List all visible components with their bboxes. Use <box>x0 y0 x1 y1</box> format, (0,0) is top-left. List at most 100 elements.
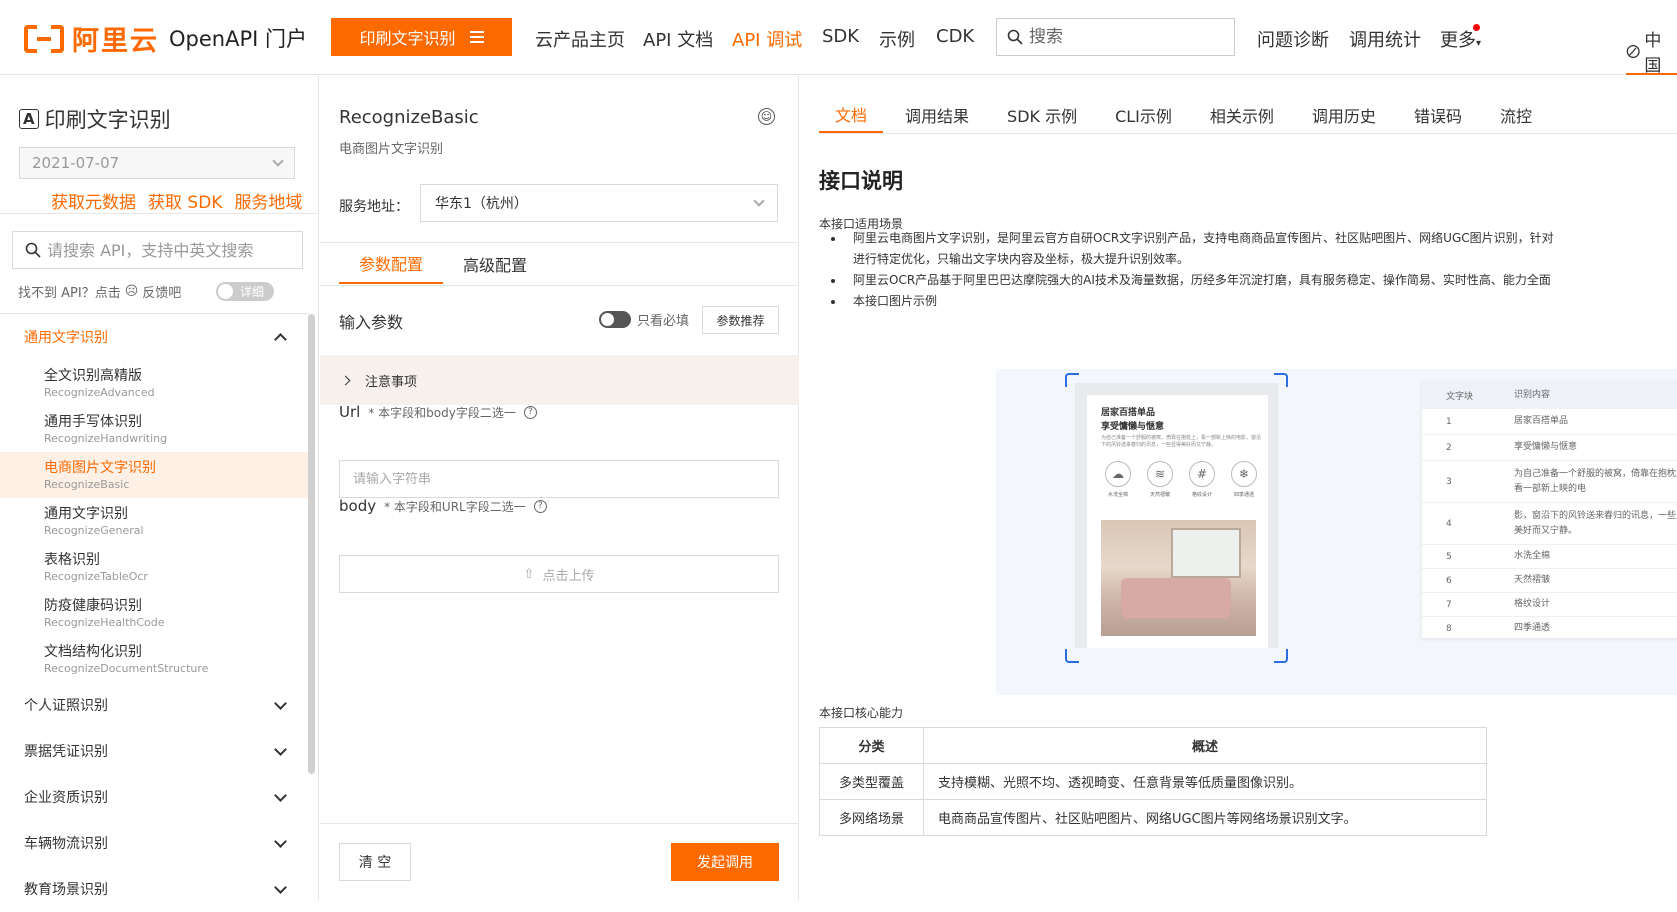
api-menu: 通用文字识别 全文识别高精版 RecognizeAdvanced 通用手写体识别 R… <box>0 314 309 912</box>
feature-label: 四季通透 <box>1233 492 1254 498</box>
notice-collapse[interactable]: 注意事项 <box>320 355 799 405</box>
category-education[interactable]: 教育场景识别 <box>0 866 309 912</box>
version-select[interactable]: 2021-07-07 <box>19 147 295 179</box>
chevron-right-icon <box>340 375 351 385</box>
upload-label: 点击上传 <box>542 568 595 584</box>
product-menu-button[interactable]: 印刷文字识别 <box>331 18 512 56</box>
category-vehicle[interactable]: 车辆物流识别 <box>0 820 309 866</box>
feedback-text: 找不到 API？点击 <box>18 286 121 301</box>
row-text: 为自己准备一个舒服的被窝，倚靠在抱枕上，看一部新上映的电 <box>1514 468 1677 494</box>
required-only-toggle[interactable]: 只看必填 <box>599 310 689 329</box>
api-item-recognize-advanced[interactable]: 全文识别高精版 RecognizeAdvanced <box>0 360 309 406</box>
api-item-code: RecognizeBasic <box>44 478 130 491</box>
row-text: 影，窗沿下的风铃送来春归的讯息，一些显得美好而又宁静。 <box>1514 510 1677 536</box>
category-label: 车辆物流识别 <box>24 836 108 852</box>
global-search[interactable] <box>996 18 1235 56</box>
category-enterprise[interactable]: 企业资质识别 <box>0 774 309 820</box>
row-index: 6 <box>1446 575 1452 586</box>
help-icon[interactable]: ? <box>533 499 547 513</box>
bedroom-photo <box>1101 520 1256 636</box>
tab-error-codes[interactable]: 错误码 <box>1398 96 1478 133</box>
api-item-code: RecognizeHandwriting <box>44 432 168 445</box>
category-label: 企业资质识别 <box>24 790 108 806</box>
table-row: 3 为自己准备一个舒服的被窝，倚靠在抱枕上，看一部新上映的电 <box>1422 461 1677 503</box>
region-switch[interactable]: 中国 <box>1626 26 1677 76</box>
nav-api-docs[interactable]: API 文档 <box>643 26 713 52</box>
api-search-input[interactable] <box>47 240 297 260</box>
api-item-recognize-handwriting[interactable]: 通用手写体识别 RecognizeHandwriting <box>0 406 309 452</box>
category-general-ocr[interactable]: 通用文字识别 <box>0 314 309 360</box>
aliyun-logo[interactable]: 阿里云 <box>24 19 159 58</box>
global-search-input[interactable] <box>1029 27 1219 47</box>
nav-product-home[interactable]: 云产品主页 <box>535 26 625 52</box>
tab-cli-example[interactable]: CLI示例 <box>1099 96 1188 133</box>
tab-sdk-example[interactable]: SDK 示例 <box>991 96 1093 133</box>
help-icon[interactable]: ? <box>523 405 537 419</box>
get-sdk-link[interactable]: 获取 SDK <box>148 188 222 213</box>
upload-button[interactable]: ⇧ 点击上传 <box>339 555 779 593</box>
nav-examples[interactable]: 示例 <box>879 26 915 52</box>
feedback-link[interactable]: 反馈吧 <box>142 282 181 301</box>
tab-doc[interactable]: 文档 <box>819 96 884 133</box>
tab-related-example[interactable]: 相关示例 <box>1194 96 1290 133</box>
table-row: 7 格纹设计 <box>1422 593 1677 617</box>
url-input[interactable] <box>339 460 779 498</box>
photo-bed <box>1121 578 1231 618</box>
get-metadata-link[interactable]: 获取元数据 <box>51 188 136 213</box>
tab-flow-control[interactable]: 流控 <box>1484 96 1548 133</box>
category-id-card[interactable]: 个人证照识别 <box>0 682 309 728</box>
caret-down-icon: ▾ <box>1476 38 1482 49</box>
api-item-code: RecognizeHealthCode <box>44 616 165 629</box>
example-illustration: 居家百搭单品 享受慵懒与惬意 为自己准备一个舒服的被窝，倚靠在抱枕上，看一部新上… <box>996 369 1677 695</box>
invoke-button[interactable]: 发起调用 <box>671 843 779 881</box>
api-sidebar: A 印刷文字识别 2021-07-07 获取元数据 获取 SDK 服务地域 找不… <box>0 76 319 900</box>
api-item-recognize-general[interactable]: 通用文字识别 RecognizeGeneral <box>0 498 309 544</box>
table-row: 多网络场景 电商商品宣传图片、社区贴吧图片、网络UGC图片等网络场景识别文字。 <box>819 799 1487 836</box>
category-label: 票据凭证识别 <box>24 744 108 760</box>
feedback-face-icon[interactable]: ☺ <box>758 108 775 125</box>
api-item-name: 电商图片文字识别 <box>44 460 156 476</box>
sidebar-links: 获取元数据 获取 SDK 服务地域 <box>51 188 302 213</box>
sidebar-scrollbar[interactable] <box>308 314 315 774</box>
tab-call-history[interactable]: 调用历史 <box>1296 96 1392 133</box>
feature-season: ❄ 四季通透 <box>1227 461 1261 498</box>
detail-toggle-label: 详细 <box>240 285 265 299</box>
service-region-link[interactable]: 服务地域 <box>234 188 302 213</box>
body-field-label: body * 本字段和URL字段二选一 ? <box>339 497 547 515</box>
api-description: 电商图片文字识别 <box>339 142 444 157</box>
detail-toggle[interactable]: 详细 <box>216 282 274 301</box>
api-item-code: RecognizeDocumentStructure <box>44 662 209 675</box>
api-item-recognize-health-code[interactable]: 防疫健康码识别 RecognizeHealthCode <box>0 590 309 636</box>
row-text: 格纹设计 <box>1514 599 1551 609</box>
row-index: 8 <box>1446 623 1452 634</box>
api-item-recognize-document-structure[interactable]: 文档结构化识别 RecognizeDocumentStructure <box>0 636 309 682</box>
example-title-2: 享受慵懒与惬意 <box>1101 422 1165 432</box>
divider <box>320 242 799 243</box>
nav-cdk[interactable]: CDK <box>936 26 974 47</box>
clear-button[interactable]: 清 空 <box>339 843 411 881</box>
param-recommend-button[interactable]: 参数推荐 <box>702 306 779 334</box>
service-address-select[interactable]: 华东1（杭州） <box>420 184 778 222</box>
table-row: 8 四季通透 <box>1422 617 1677 641</box>
api-item-recognize-basic[interactable]: 电商图片文字识别 RecognizeBasic <box>0 452 309 498</box>
api-search[interactable] <box>12 231 303 269</box>
api-item-name: 全文识别高精版 <box>44 368 142 384</box>
example-title-1: 居家百搭单品 <box>1101 408 1156 418</box>
nav-api-debug[interactable]: API 调试 <box>732 26 802 52</box>
input-params-label: 输入参数 <box>339 313 404 332</box>
api-item-recognize-table[interactable]: 表格识别 RecognizeTableOcr <box>0 544 309 590</box>
category-invoice[interactable]: 票据凭证识别 <box>0 728 309 774</box>
tab-advanced-config[interactable]: 高级配置 <box>443 244 547 284</box>
tab-param-config[interactable]: 参数配置 <box>339 244 444 284</box>
portal-title[interactable]: OpenAPI 门户 <box>169 23 307 53</box>
feature-label: 水洗全棉 <box>1107 492 1128 498</box>
col-category: 分类 <box>819 727 924 764</box>
toggle-switch[interactable] <box>599 311 631 328</box>
aliyun-logo-icon <box>24 23 64 55</box>
tab-call-result[interactable]: 调用结果 <box>889 96 985 133</box>
nav-sdk[interactable]: SDK <box>822 26 859 47</box>
doc-heading: 接口说明 <box>819 169 903 193</box>
nav-diagnose[interactable]: 问题诊断 <box>1257 26 1329 52</box>
nav-call-stats[interactable]: 调用统计 <box>1349 26 1421 52</box>
row-index: 2 <box>1446 442 1452 453</box>
